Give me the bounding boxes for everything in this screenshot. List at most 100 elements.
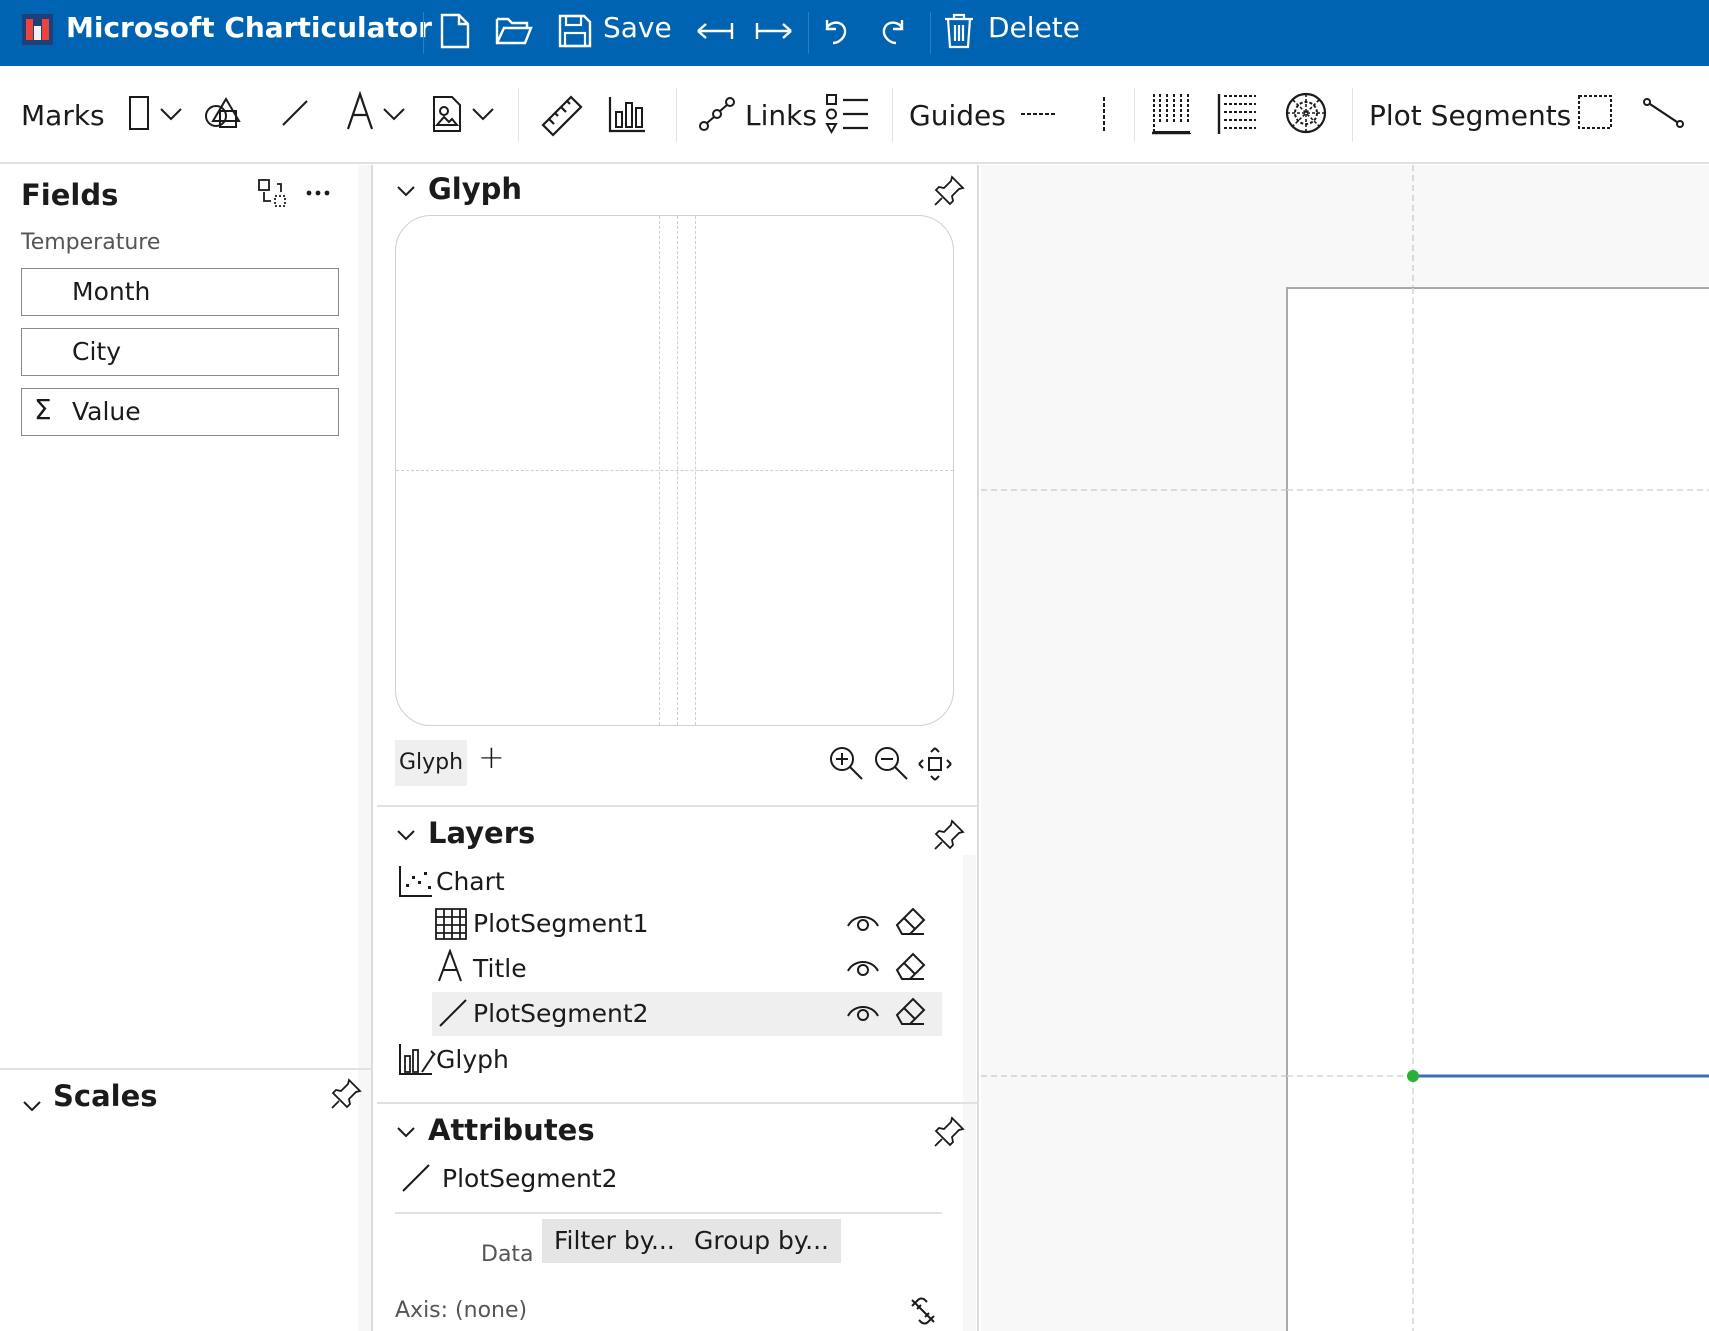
data-label: Data bbox=[481, 1242, 534, 1267]
save-button[interactable]: Save bbox=[603, 11, 672, 44]
axis-label: Axis: (none) bbox=[395, 1298, 528, 1323]
line-icon bbox=[402, 1164, 430, 1192]
field-value[interactable]: Σ Value bbox=[21, 388, 339, 436]
line-segment-icon[interactable] bbox=[1641, 94, 1687, 132]
grid-icon[interactable] bbox=[1149, 90, 1193, 138]
divider bbox=[808, 12, 809, 54]
text-icon[interactable] bbox=[343, 90, 377, 132]
glyph-editor-canvas[interactable] bbox=[395, 215, 954, 726]
guides-label: Guides bbox=[909, 99, 1006, 132]
chevron-down-icon[interactable] bbox=[469, 100, 497, 128]
group-by-button[interactable]: Group by... bbox=[682, 1219, 841, 1263]
chevron-down-icon[interactable] bbox=[380, 100, 408, 128]
filter-by-button[interactable]: Filter by... bbox=[542, 1219, 687, 1263]
layer-chart[interactable]: Chart bbox=[398, 860, 958, 904]
more-options-icon[interactable] bbox=[302, 179, 334, 207]
unlink-icon[interactable] bbox=[908, 1296, 938, 1326]
field-label: Month bbox=[72, 277, 151, 306]
eraser-icon[interactable] bbox=[893, 995, 927, 1029]
layer-title[interactable]: Title bbox=[432, 947, 942, 991]
layer-plotsegment1[interactable]: PlotSegment1 bbox=[432, 902, 942, 946]
chevron-down-icon[interactable] bbox=[21, 1095, 43, 1117]
line-icon[interactable] bbox=[278, 96, 312, 130]
selected-object-name: PlotSegment2 bbox=[442, 1164, 618, 1193]
zoom-fit-icon[interactable] bbox=[917, 746, 953, 782]
glyph-title: Glyph bbox=[428, 172, 523, 206]
guide-horizontal-icon[interactable] bbox=[1018, 106, 1058, 122]
divider bbox=[423, 12, 424, 54]
line-start-handle bbox=[1407, 1070, 1419, 1082]
guide-vertical-icon[interactable] bbox=[1096, 92, 1112, 136]
text-icon bbox=[438, 949, 462, 982]
eye-icon[interactable] bbox=[846, 910, 880, 936]
pin-icon[interactable] bbox=[932, 174, 966, 208]
eye-icon[interactable] bbox=[846, 955, 880, 981]
divider bbox=[395, 1212, 942, 1214]
redo-icon[interactable] bbox=[874, 11, 914, 51]
chevron-down-icon[interactable] bbox=[395, 1121, 417, 1143]
chevron-down-icon[interactable] bbox=[157, 100, 185, 128]
layer-label: Title bbox=[473, 954, 527, 983]
zoom-out-icon[interactable] bbox=[872, 744, 910, 782]
layer-label: PlotSegment2 bbox=[473, 999, 649, 1028]
field-month[interactable]: Month bbox=[21, 268, 339, 316]
left-panel: Fields Temperature Month City Σ Value Sc… bbox=[0, 165, 373, 1331]
links-button[interactable]: Links bbox=[745, 99, 817, 132]
eye-icon[interactable] bbox=[846, 1000, 880, 1026]
swap-fields-icon[interactable] bbox=[256, 177, 288, 209]
delete-button[interactable]: Delete bbox=[988, 11, 1080, 44]
pin-icon[interactable] bbox=[329, 1077, 363, 1111]
plot-segment-icon[interactable] bbox=[1575, 92, 1615, 132]
eraser-icon[interactable] bbox=[893, 905, 927, 939]
delete-icon[interactable] bbox=[939, 11, 979, 51]
title-bar: Microsoft Charticulator Save Delete bbox=[0, 0, 1709, 66]
export-left-icon[interactable] bbox=[695, 11, 735, 51]
glyph-icon bbox=[399, 1044, 436, 1075]
layer-plotsegment2[interactable]: PlotSegment2 bbox=[432, 992, 942, 1036]
ruler-icon[interactable] bbox=[538, 92, 586, 140]
field-city[interactable]: City bbox=[21, 328, 339, 376]
chevron-down-icon[interactable] bbox=[395, 180, 417, 202]
glyph-tab[interactable]: Glyph bbox=[395, 740, 467, 786]
grid-dashed-icon[interactable] bbox=[1215, 90, 1259, 138]
layer-label: Glyph bbox=[436, 1045, 509, 1074]
legend-icon[interactable] bbox=[823, 90, 871, 138]
divider bbox=[518, 88, 519, 142]
layer-label: Chart bbox=[436, 867, 505, 896]
new-file-icon[interactable] bbox=[435, 11, 475, 51]
open-folder-icon[interactable] bbox=[494, 11, 534, 51]
chart-canvas[interactable] bbox=[981, 165, 1709, 1331]
divider bbox=[377, 805, 977, 807]
layer-glyph[interactable]: Glyph bbox=[398, 1038, 958, 1082]
zoom-in-icon[interactable] bbox=[827, 744, 865, 782]
charticulator-logo bbox=[22, 14, 53, 45]
dataset-name: Temperature bbox=[21, 230, 161, 255]
pin-icon[interactable] bbox=[932, 1115, 966, 1149]
rectangle-icon[interactable] bbox=[124, 93, 154, 133]
eraser-icon[interactable] bbox=[893, 950, 927, 984]
shapes-icon[interactable] bbox=[203, 94, 243, 134]
divider bbox=[377, 1102, 977, 1104]
layer-label: PlotSegment1 bbox=[473, 909, 649, 938]
export-right-icon[interactable] bbox=[754, 11, 794, 51]
pin-icon[interactable] bbox=[932, 818, 966, 852]
scrollbar[interactable] bbox=[358, 165, 371, 1331]
add-glyph-button[interactable]: + bbox=[478, 738, 505, 776]
chevron-down-icon[interactable] bbox=[395, 824, 417, 846]
table-icon bbox=[435, 908, 467, 940]
save-icon[interactable] bbox=[555, 11, 595, 51]
undo-icon[interactable] bbox=[815, 11, 855, 51]
guide-line bbox=[396, 470, 953, 471]
plot-segments-label: Plot Segments bbox=[1369, 99, 1572, 132]
scrollbar[interactable] bbox=[963, 855, 976, 1331]
divider bbox=[676, 88, 677, 142]
scatter-chart-icon bbox=[399, 866, 432, 897]
field-label: City bbox=[72, 337, 121, 366]
polar-icon[interactable] bbox=[1283, 90, 1329, 136]
links-icon[interactable] bbox=[697, 94, 737, 134]
image-icon[interactable] bbox=[430, 94, 464, 134]
data-axis-icon[interactable] bbox=[605, 92, 649, 136]
divider bbox=[0, 1068, 371, 1070]
sigma-icon: Σ bbox=[34, 393, 52, 426]
canvas-svg bbox=[981, 165, 1709, 1331]
